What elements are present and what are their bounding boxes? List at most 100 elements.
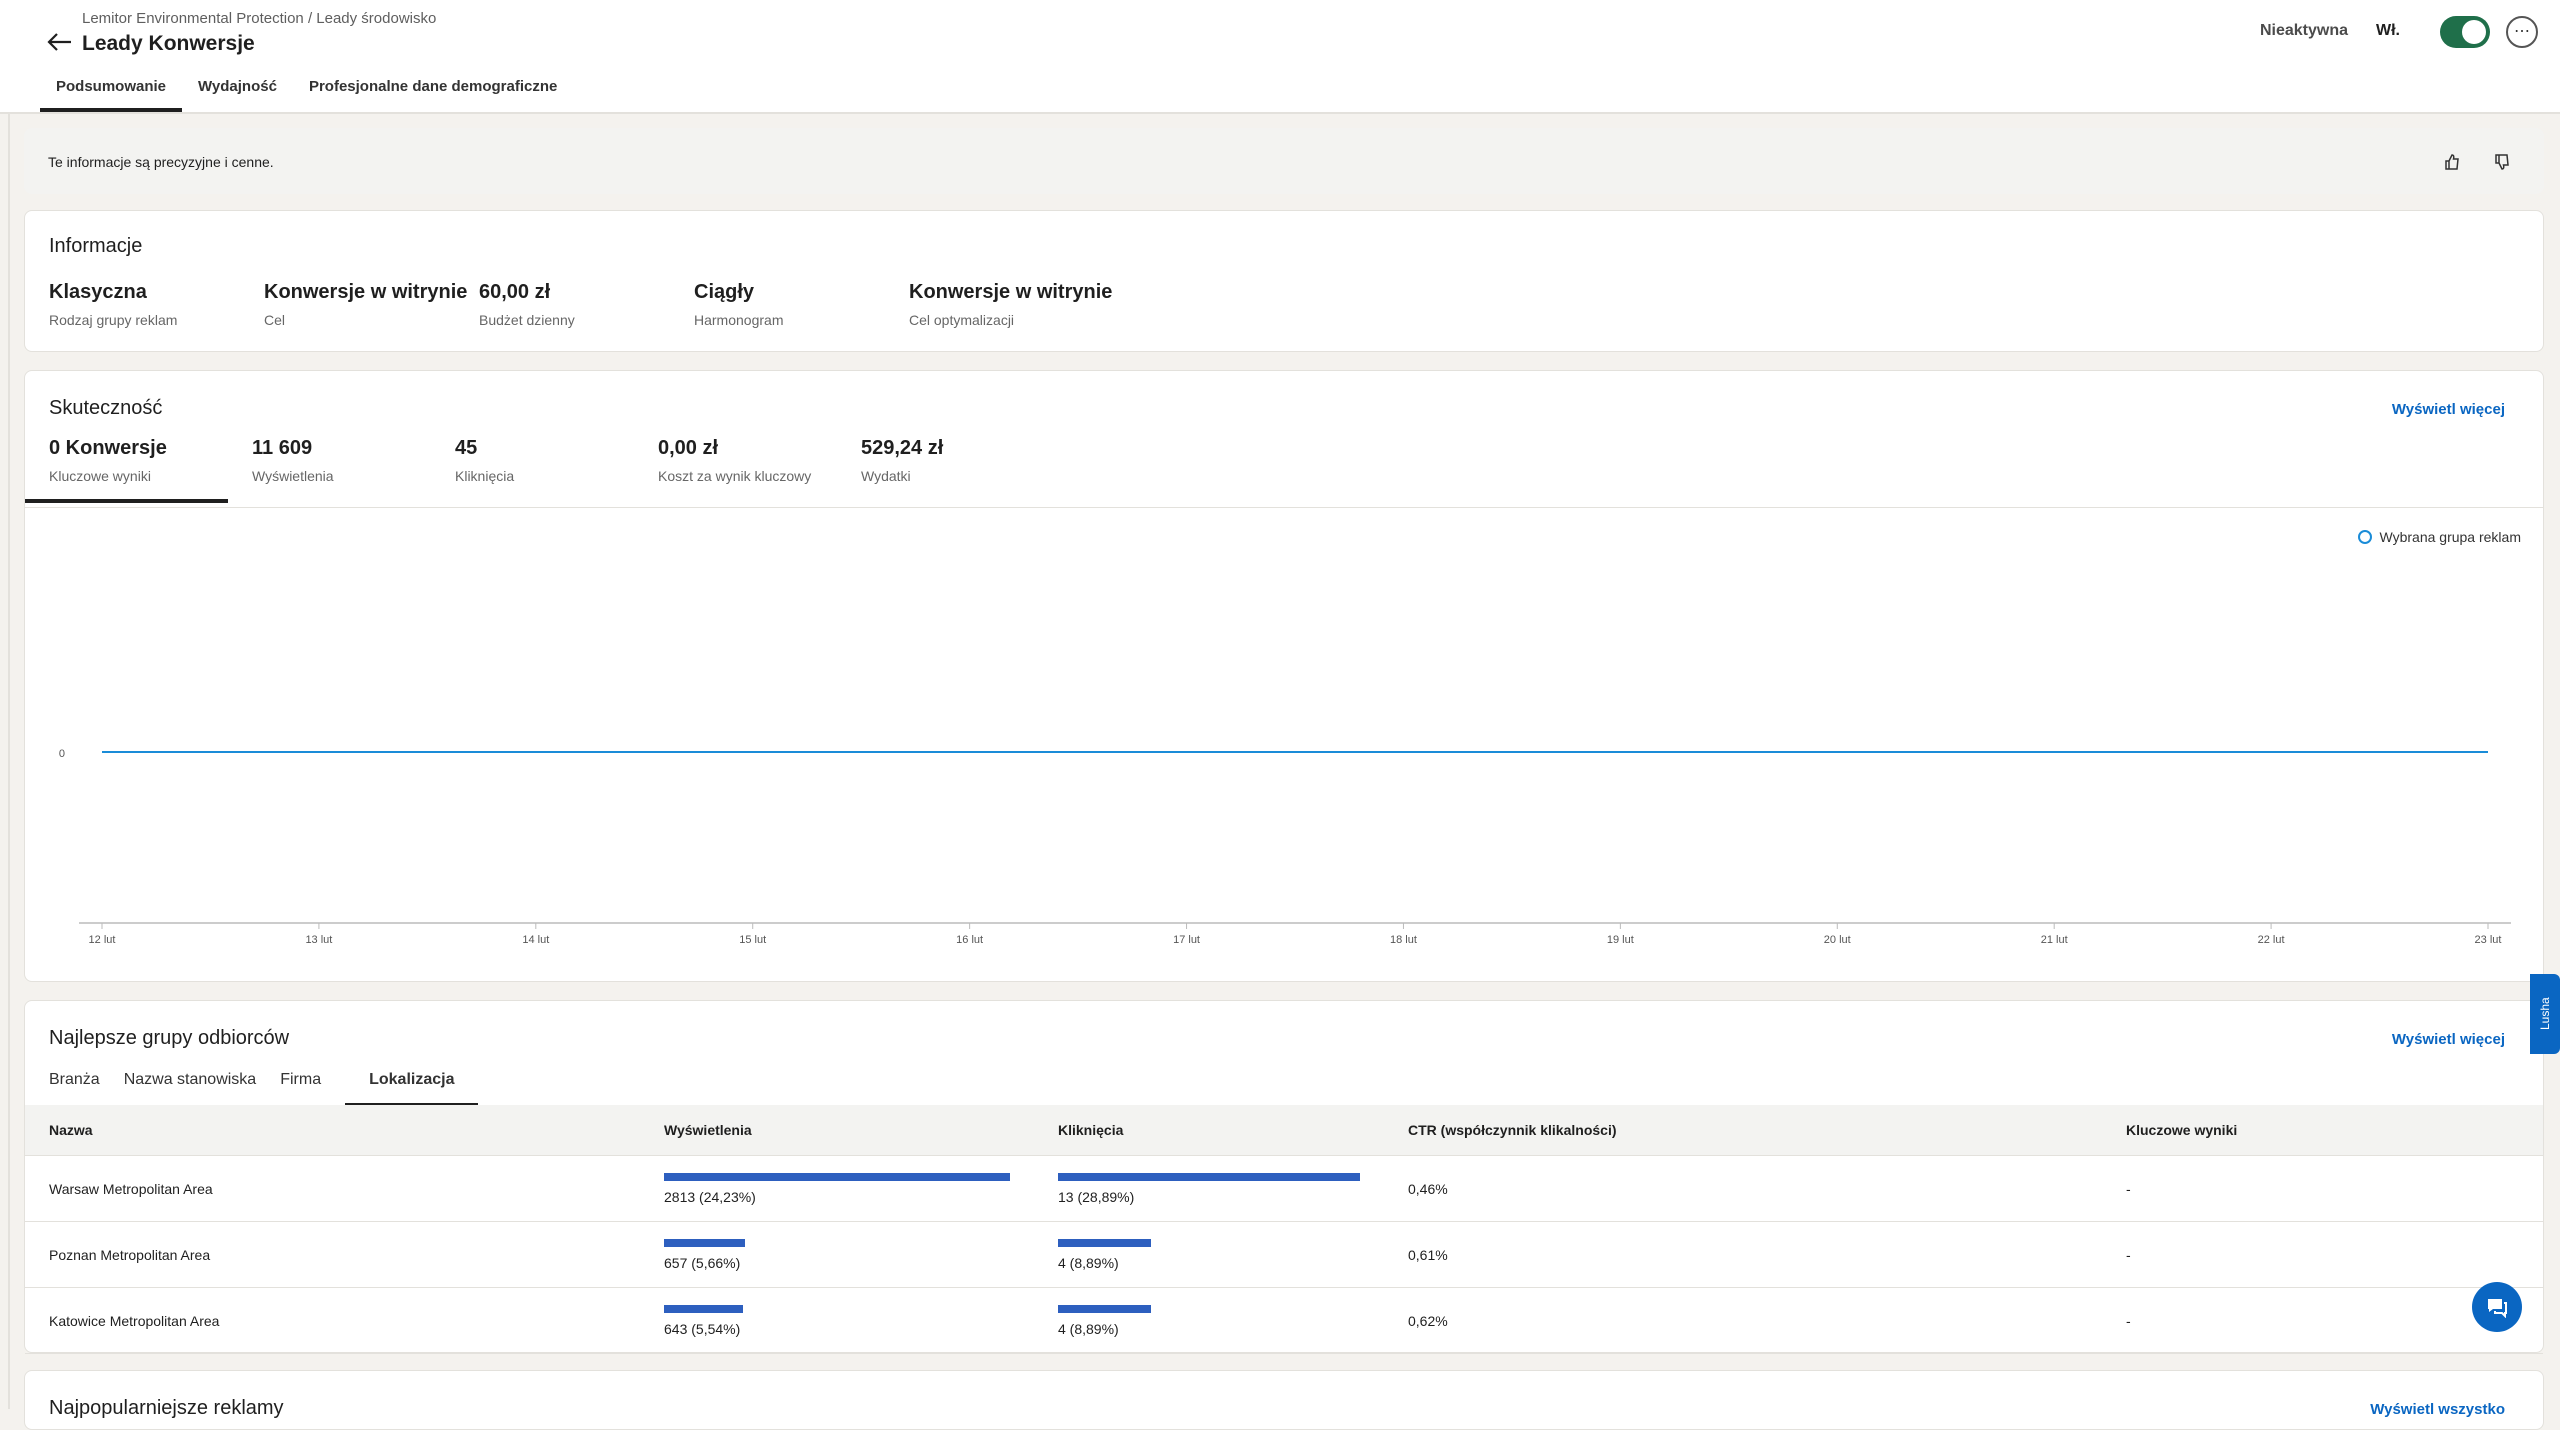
table-row: Warsaw Metropolitan Area 2813 (24,23%) 1… xyxy=(25,1155,2543,1222)
info-label: Budżet dzienny xyxy=(479,312,575,328)
clicks-bar xyxy=(1058,1172,1360,1181)
metric-value: 0 Konwersje xyxy=(49,437,167,459)
info-label: Cel optymalizacji xyxy=(909,312,1015,328)
chart-legend: Wybrana grupa reklam xyxy=(2357,529,2522,545)
info-item-daily-budget: 60,00 zł Budżet dzienny xyxy=(479,281,694,328)
status-toggle[interactable] xyxy=(2440,16,2490,48)
impressions-value: 2813 (24,23%) xyxy=(664,1188,756,1205)
audiences-table: Nazwa Wyświetlenia Kliknięcia CTR (współ… xyxy=(25,1105,2543,1354)
metric-value: 45 xyxy=(455,437,478,459)
clicks-bar xyxy=(1058,1238,1151,1247)
metric-cost-per-key-result[interactable]: 0,00 zł Koszt za wynik kluczowy xyxy=(634,437,837,503)
tab-company[interactable]: Firma xyxy=(280,1067,345,1107)
lusha-side-widget[interactable]: Lusha xyxy=(2530,974,2560,1054)
tab-job-title[interactable]: Nazwa stanowiska xyxy=(124,1067,281,1107)
thumbs-down-icon xyxy=(2495,154,2509,170)
thumbs-down-button[interactable] xyxy=(2486,146,2518,178)
toggle-label: Wł. xyxy=(2376,22,2400,39)
impressions-bar xyxy=(664,1304,743,1313)
header-tabs: Podsumowanie Wydajność Profesjonalne dan… xyxy=(40,72,573,112)
x-tick-label: 19 lut xyxy=(1607,934,1634,946)
tab-industry[interactable]: Branża xyxy=(49,1067,124,1107)
x-tick-label: 16 lut xyxy=(956,934,983,946)
column-header-impressions[interactable]: Wyświetlenia xyxy=(640,1105,1034,1156)
cell-name: Poznan Metropolitan Area xyxy=(25,1221,640,1288)
cell-impressions: 643 (5,54%) xyxy=(640,1287,1034,1354)
ellipsis-icon: ⋯ xyxy=(2514,23,2530,40)
metric-spend[interactable]: 529,24 zł Wydatki xyxy=(837,437,1040,503)
info-grid: Klasyczna Rodzaj grupy reklam Konwersje … xyxy=(49,281,1124,328)
metric-value: 0,00 zł xyxy=(658,437,719,459)
metric-label: Wydatki xyxy=(861,468,911,484)
tab-demographics[interactable]: Profesjonalne dane demograficzne xyxy=(293,72,573,112)
metric-label: Kliknięcia xyxy=(455,468,515,484)
info-value: Ciągły xyxy=(694,281,755,303)
clicks-value: 13 (28,89%) xyxy=(1058,1188,1135,1205)
cell-clicks: 4 (8,89%) xyxy=(1034,1221,1384,1288)
info-value: Klasyczna xyxy=(49,281,147,303)
info-label: Cel xyxy=(264,312,286,328)
feedback-notice: Te informacje są precyzyjne i cenne. xyxy=(24,128,2544,194)
metric-impressions[interactable]: 11 609 Wyświetlenia xyxy=(228,437,431,503)
info-item-schedule: Ciągły Harmonogram xyxy=(694,281,909,328)
info-item-optimization-goal: Konwersje w witrynie Cel optymalizacji xyxy=(909,281,1124,328)
view-more-audiences-link[interactable]: Wyświetl więcej xyxy=(2392,1031,2505,1048)
x-tick-label: 21 lut xyxy=(2041,934,2068,946)
more-options-button[interactable]: ⋯ xyxy=(2506,16,2538,48)
x-tick-label: 12 lut xyxy=(89,934,116,946)
legend-label: Wybrana grupa reklam xyxy=(2379,529,2522,545)
metric-label: Kluczowe wyniki xyxy=(49,468,151,484)
cell-name: Warsaw Metropolitan Area xyxy=(25,1155,640,1222)
left-divider xyxy=(8,112,10,1409)
info-label: Harmonogram xyxy=(694,312,784,328)
clicks-bar xyxy=(1058,1304,1151,1313)
metric-label: Wyświetlenia xyxy=(252,468,334,484)
cell-key-results: - xyxy=(2102,1221,2543,1288)
tab-location[interactable]: Lokalizacja xyxy=(345,1067,479,1107)
cell-clicks: 4 (8,89%) xyxy=(1034,1287,1384,1354)
table-row: Poznan Metropolitan Area 657 (5,66%) 4 (… xyxy=(25,1221,2543,1288)
clicks-value: 4 (8,89%) xyxy=(1058,1254,1119,1271)
column-header-ctr[interactable]: CTR (współczynnik klikalności) xyxy=(1384,1105,2102,1156)
column-header-name[interactable]: Nazwa xyxy=(25,1105,640,1156)
x-tick-label: 20 lut xyxy=(1824,934,1851,946)
metric-clicks[interactable]: 45 Kliknięcia xyxy=(431,437,634,503)
column-header-key-results[interactable]: Kluczowe wyniki xyxy=(2102,1105,2543,1156)
clicks-value: 4 (8,89%) xyxy=(1058,1320,1119,1337)
tab-summary[interactable]: Podsumowanie xyxy=(40,72,183,112)
cell-key-results: - xyxy=(2102,1155,2543,1222)
metric-value: 11 609 xyxy=(252,437,313,459)
breadcrumb[interactable]: Lemitor Environmental Protection / Leady… xyxy=(82,10,436,27)
thumbs-up-button[interactable] xyxy=(2436,146,2468,178)
cell-ctr: 0,46% xyxy=(1384,1155,2102,1222)
x-tick-label: 18 lut xyxy=(1390,934,1417,946)
back-button[interactable] xyxy=(36,18,84,66)
metric-key-results[interactable]: 0 Konwersje Kluczowe wyniki xyxy=(25,437,228,503)
top-audiences-card: Najlepsze grupy odbiorców Wyświetl więce… xyxy=(24,1000,2544,1354)
view-more-performance-link[interactable]: Wyświetl więcej xyxy=(2392,401,2505,418)
status-text: Nieaktywna xyxy=(2259,22,2348,39)
info-item-goal: Konwersje w witrynie Cel xyxy=(264,281,479,328)
cell-name: Katowice Metropolitan Area xyxy=(25,1287,640,1354)
info-card: Informacje Klasyczna Rodzaj grupy reklam… xyxy=(24,210,2544,352)
table-header-row: Nazwa Wyświetlenia Kliknięcia CTR (współ… xyxy=(25,1105,2543,1156)
cell-ctr: 0,61% xyxy=(1384,1221,2102,1288)
x-tick-label: 13 lut xyxy=(305,934,332,946)
performance-card: Skuteczność Wyświetl więcej 0 Konwersje … xyxy=(24,370,2544,982)
column-header-clicks[interactable]: Kliknięcia xyxy=(1034,1105,1384,1156)
view-all-ads-link[interactable]: Wyświetl wszystko xyxy=(2370,1401,2505,1418)
performance-title: Skuteczność xyxy=(49,397,163,419)
metric-label: Koszt za wynik kluczowy xyxy=(658,468,812,484)
cell-clicks: 13 (28,89%) xyxy=(1034,1155,1384,1222)
impressions-bar xyxy=(664,1238,745,1247)
cell-impressions: 657 (5,66%) xyxy=(640,1221,1034,1288)
x-tick-label: 17 lut xyxy=(1173,934,1200,946)
impressions-value: 657 (5,66%) xyxy=(664,1254,741,1271)
chat-button[interactable] xyxy=(2472,1282,2522,1332)
cell-ctr: 0,62% xyxy=(1384,1287,2102,1354)
metric-tabs: 0 Konwersje Kluczowe wyniki 11 609 Wyświ… xyxy=(25,437,2543,508)
legend-marker xyxy=(2357,530,2372,544)
info-item-ad-group-type: Klasyczna Rodzaj grupy reklam xyxy=(49,281,264,328)
tab-performance[interactable]: Wydajność xyxy=(182,72,293,112)
page-title: Leady Konwersje xyxy=(82,32,255,55)
